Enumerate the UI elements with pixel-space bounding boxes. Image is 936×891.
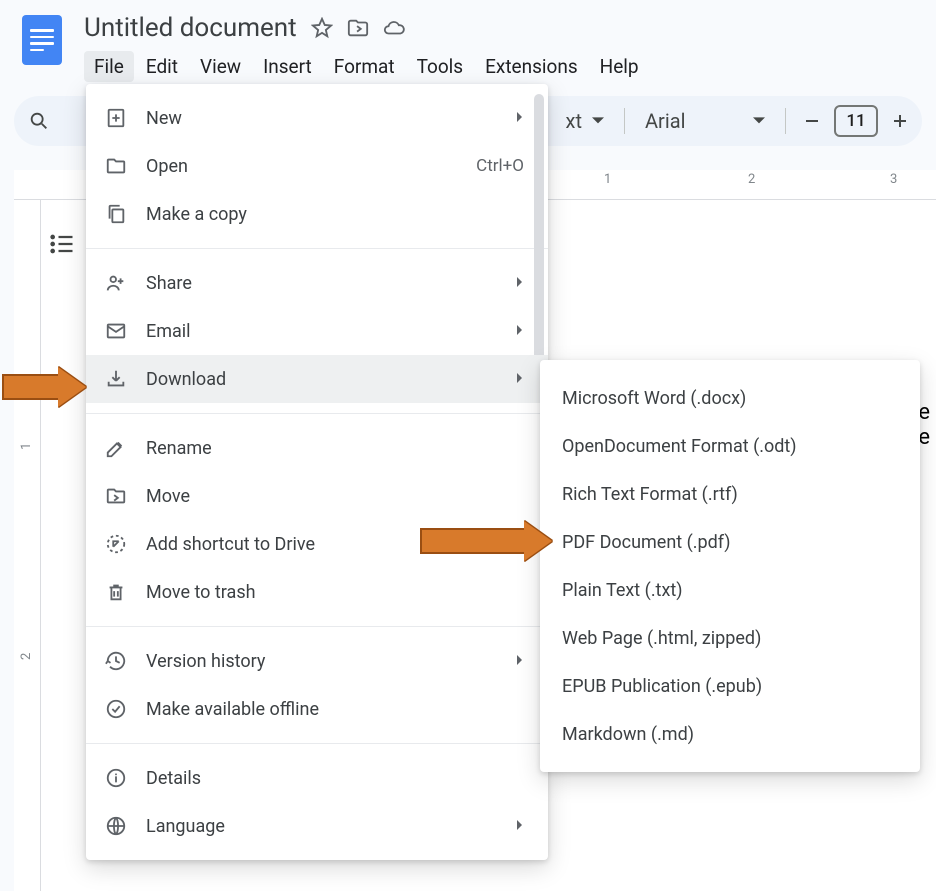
header: Untitled document FileEditViewInsertForm… bbox=[0, 0, 936, 84]
menu-item-label: Download bbox=[146, 369, 490, 390]
email-icon bbox=[104, 319, 128, 343]
ruler-tick-label: 2 bbox=[748, 172, 755, 187]
submenu-arrow-icon bbox=[516, 372, 524, 387]
download-option-opendocument-format-odt[interactable]: OpenDocument Format (.odt) bbox=[540, 422, 920, 470]
ruler-tick-label: 1 bbox=[604, 172, 611, 187]
menubar-item-format[interactable]: Format bbox=[324, 51, 405, 82]
download-option-epub-publication-epub[interactable]: EPUB Publication (.epub) bbox=[540, 662, 920, 710]
menubar-item-file[interactable]: File bbox=[84, 51, 134, 82]
menu-item-label: Move bbox=[146, 486, 524, 507]
file-menu-item-make-a-copy[interactable]: Make a copy bbox=[86, 190, 548, 238]
open-icon bbox=[104, 154, 128, 178]
submenu-arrow-icon bbox=[516, 276, 524, 291]
menu-item-label: Details bbox=[146, 768, 524, 789]
move-to-folder-icon[interactable] bbox=[347, 17, 369, 39]
font-size-decrease[interactable] bbox=[796, 103, 828, 139]
file-menu-item-rename[interactable]: Rename bbox=[86, 424, 548, 472]
move-icon bbox=[104, 484, 128, 508]
submenu-arrow-icon bbox=[516, 654, 524, 669]
file-menu-item-email[interactable]: Email bbox=[86, 307, 548, 355]
download-submenu: Microsoft Word (.docx)OpenDocument Forma… bbox=[540, 360, 920, 772]
download-option-web-page-html-zipped[interactable]: Web Page (.html, zipped) bbox=[540, 614, 920, 662]
file-menu-item-details[interactable]: Details bbox=[86, 754, 548, 802]
shortcut-icon bbox=[104, 532, 128, 556]
menubar-item-view[interactable]: View bbox=[190, 51, 251, 82]
menu-item-label: Version history bbox=[146, 651, 490, 672]
menubar-item-extensions[interactable]: Extensions bbox=[475, 51, 588, 82]
font-size-input[interactable]: 11 bbox=[834, 105, 878, 137]
menu-divider bbox=[86, 743, 548, 744]
menu-item-shortcut: Ctrl+O bbox=[476, 156, 524, 176]
font-size-increase[interactable] bbox=[884, 103, 916, 139]
ruler-tick-label: 3 bbox=[890, 172, 897, 187]
divider bbox=[785, 108, 786, 134]
vruler-label: 1 bbox=[19, 443, 34, 450]
file-menu-item-version-history[interactable]: Version history bbox=[86, 637, 548, 685]
text-style-dropdown[interactable]: xt bbox=[556, 109, 614, 133]
annotation-arrow bbox=[420, 528, 528, 554]
chevron-down-icon bbox=[592, 115, 604, 127]
divider bbox=[624, 108, 625, 134]
annotation-arrow bbox=[2, 374, 62, 400]
vertical-ruler: 1 2 bbox=[14, 200, 41, 891]
menu-item-label: Open bbox=[146, 156, 458, 177]
language-icon bbox=[104, 814, 128, 838]
page-text-fragment: ee bbox=[918, 400, 930, 450]
font-family-dropdown[interactable]: Arial bbox=[635, 109, 775, 133]
download-option-rich-text-format-rtf[interactable]: Rich Text Format (.rtf) bbox=[540, 470, 920, 518]
menubar-item-edit[interactable]: Edit bbox=[136, 51, 188, 82]
share-icon bbox=[104, 271, 128, 295]
search-icon[interactable] bbox=[20, 103, 58, 139]
menu-item-label: Make available offline bbox=[146, 699, 524, 720]
vruler-label: 2 bbox=[19, 653, 34, 660]
docs-logo[interactable] bbox=[18, 10, 66, 70]
download-option-microsoft-word-docx[interactable]: Microsoft Word (.docx) bbox=[540, 374, 920, 422]
file-menu-item-share[interactable]: Share bbox=[86, 259, 548, 307]
submenu-arrow-icon bbox=[516, 324, 524, 339]
new-icon bbox=[104, 106, 128, 130]
menu-item-label: Move to trash bbox=[146, 582, 524, 603]
details-icon bbox=[104, 766, 128, 790]
rename-icon bbox=[104, 436, 128, 460]
download-icon bbox=[104, 367, 128, 391]
submenu-arrow-icon bbox=[516, 819, 524, 834]
menu-divider bbox=[86, 248, 548, 249]
submenu-arrow-icon bbox=[516, 111, 524, 126]
history-icon bbox=[104, 649, 128, 673]
menu-divider bbox=[86, 626, 548, 627]
copy-icon bbox=[104, 202, 128, 226]
cloud-status-icon[interactable] bbox=[383, 17, 405, 39]
document-title[interactable]: Untitled document bbox=[84, 13, 297, 43]
menu-item-label: Make a copy bbox=[146, 204, 524, 225]
file-menu-item-download[interactable]: Download bbox=[86, 355, 548, 403]
file-menu-item-new[interactable]: New bbox=[86, 94, 548, 142]
file-menu-item-move-to-trash[interactable]: Move to trash bbox=[86, 568, 548, 616]
chevron-down-icon bbox=[753, 115, 765, 127]
text-style-label: xt bbox=[566, 109, 582, 133]
offline-icon bbox=[104, 697, 128, 721]
star-icon[interactable] bbox=[311, 17, 333, 39]
menubar-item-insert[interactable]: Insert bbox=[253, 51, 322, 82]
menu-item-label: Language bbox=[146, 816, 490, 837]
menubar: FileEditViewInsertFormatToolsExtensionsH… bbox=[84, 48, 649, 84]
menu-item-label: Rename bbox=[146, 438, 524, 459]
font-label: Arial bbox=[645, 109, 685, 133]
menubar-item-help[interactable]: Help bbox=[590, 51, 649, 82]
file-menu-item-language[interactable]: Language bbox=[86, 802, 548, 850]
menu-item-label: New bbox=[146, 108, 490, 129]
title-area: Untitled document FileEditViewInsertForm… bbox=[66, 10, 649, 84]
download-option-markdown-md[interactable]: Markdown (.md) bbox=[540, 710, 920, 758]
menu-item-label: Share bbox=[146, 273, 490, 294]
menubar-item-tools[interactable]: Tools bbox=[407, 51, 474, 82]
file-menu-item-make-available-offline[interactable]: Make available offline bbox=[86, 685, 548, 733]
menu-item-label: Email bbox=[146, 321, 490, 342]
outline-icon[interactable] bbox=[44, 226, 80, 262]
download-option-pdf-document-pdf[interactable]: PDF Document (.pdf) bbox=[540, 518, 920, 566]
file-menu-item-open[interactable]: Open Ctrl+O bbox=[86, 142, 548, 190]
trash-icon bbox=[104, 580, 128, 604]
file-menu-item-move[interactable]: Move bbox=[86, 472, 548, 520]
file-menu: New Open Ctrl+O Make a copy Share Email Downlo… bbox=[86, 84, 548, 860]
menu-divider bbox=[86, 413, 548, 414]
download-option-plain-text-txt[interactable]: Plain Text (.txt) bbox=[540, 566, 920, 614]
